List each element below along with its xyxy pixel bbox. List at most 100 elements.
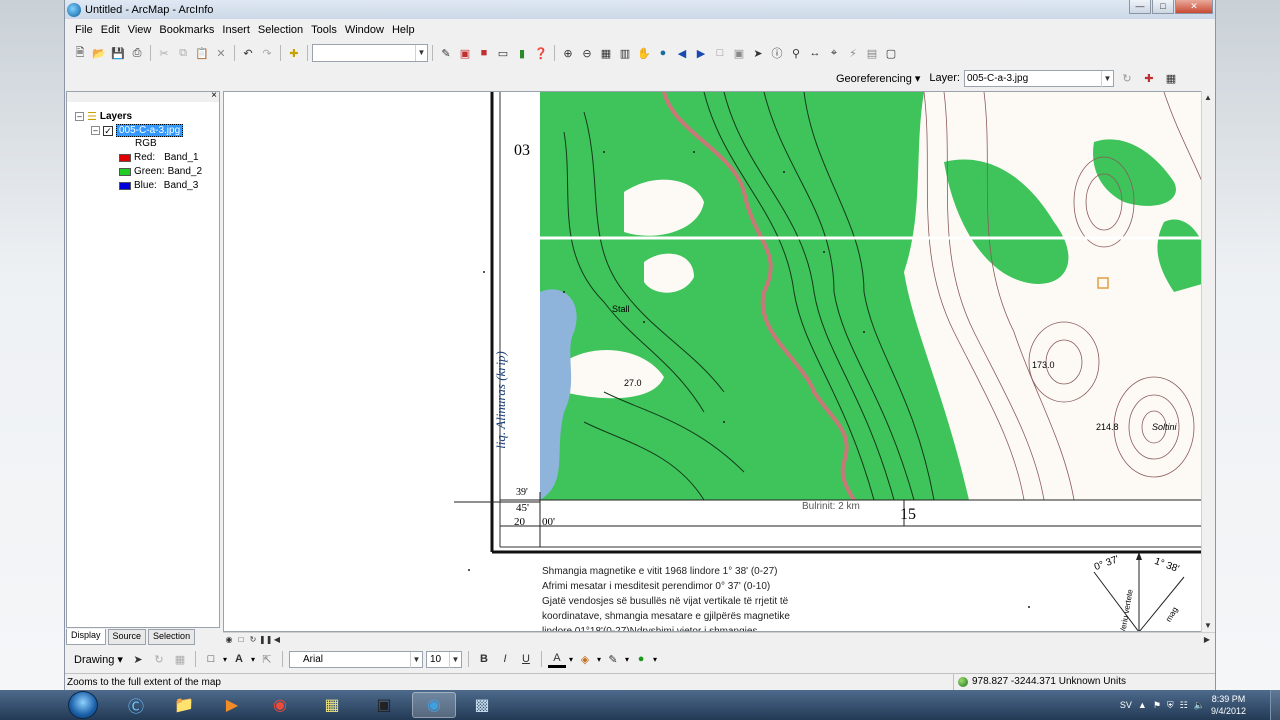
menu-help[interactable]: Help	[388, 24, 419, 36]
maximize-button[interactable]: □	[1152, 0, 1174, 14]
forward-extent-icon[interactable]: ▶	[692, 44, 710, 62]
add-data-icon[interactable]: ✚	[285, 44, 303, 62]
close-button[interactable]: ✕	[1175, 0, 1213, 14]
measure-icon[interactable]: ↔	[806, 44, 824, 62]
select-pointer-icon[interactable]: ➤	[129, 650, 147, 668]
layer-combo[interactable]: 005-C-a-3.jpg ▼	[963, 69, 1114, 87]
collapse-layer-toggle[interactable]: –	[91, 126, 100, 135]
flag-icon[interactable]: ⚑	[1153, 700, 1161, 711]
font-color-icon[interactable]: A	[547, 650, 566, 668]
arctoolbox-icon[interactable]: ▣	[456, 44, 474, 62]
underline-button[interactable]: U	[517, 650, 535, 668]
edit-vertices-icon[interactable]: ⇱	[258, 650, 276, 668]
find-icon[interactable]: ⚲	[787, 44, 805, 62]
marker-color-icon[interactable]: ●	[632, 650, 650, 668]
paste-icon[interactable]: 📋	[193, 44, 211, 62]
select-features-icon[interactable]: □	[711, 44, 729, 62]
rotate-element-icon[interactable]: ↻	[150, 650, 168, 668]
taskbar-media-player-icon[interactable]: ▶	[210, 692, 254, 718]
pause-drawing-icon[interactable]: ❚❚	[259, 635, 272, 644]
volume-icon[interactable]: 🔈	[1194, 700, 1205, 711]
rectangle-tool-icon[interactable]: □	[202, 650, 220, 668]
close-icon[interactable]: ×	[211, 90, 217, 101]
redo-icon[interactable]: ↷	[258, 44, 276, 62]
taskbar-arcmap-icon[interactable]: ◉	[412, 692, 456, 718]
add-control-points-icon[interactable]: ✚	[1140, 69, 1158, 87]
back-extent-icon[interactable]: ◀	[673, 44, 691, 62]
fixed-zoom-out-icon[interactable]: ▥	[616, 44, 634, 62]
start-button[interactable]	[68, 691, 98, 719]
map-scale-combo[interactable]: ▼	[312, 44, 428, 62]
menu-file[interactable]: File	[71, 24, 97, 36]
scroll-left-icon[interactable]: ◀	[271, 635, 283, 644]
fill-color-icon[interactable]: ◈	[576, 650, 594, 668]
model-builder-icon[interactable]: ▮	[513, 44, 531, 62]
refresh-icon[interactable]: ↻	[247, 635, 259, 644]
copy-icon[interactable]: ⧉	[174, 44, 192, 62]
undo-icon[interactable]: ↶	[239, 44, 257, 62]
clock[interactable]: 8:39 PM 9/4/2012	[1211, 693, 1246, 717]
scroll-up-icon[interactable]: ▲	[1202, 93, 1214, 102]
shield-icon[interactable]: ⛨	[1167, 700, 1174, 711]
taskbar-ie-icon[interactable]: Ⓒ	[114, 692, 158, 718]
fixed-zoom-in-icon[interactable]: ▦	[597, 44, 615, 62]
georeferencing-menu-button[interactable]: Georeferencing ▾	[831, 69, 925, 87]
new-document-icon[interactable]: 🗎	[71, 44, 89, 62]
pan-icon[interactable]: ✋	[635, 44, 653, 62]
go-to-xy-icon[interactable]: ⌖	[825, 44, 843, 62]
data-view-icon[interactable]: ◉	[223, 635, 235, 644]
command-line-icon[interactable]: ▭	[494, 44, 512, 62]
identify-icon[interactable]: ⓘ	[768, 44, 786, 62]
map-vertical-scrollbar[interactable]: ▲ ▼	[1201, 91, 1215, 632]
layout-view-icon[interactable]: □	[235, 635, 247, 644]
show-desktop-button[interactable]	[1270, 690, 1280, 720]
select-elements-icon[interactable]: ➤	[749, 44, 767, 62]
menu-tools[interactable]: Tools	[307, 24, 341, 36]
minimize-button[interactable]: —	[1129, 0, 1151, 14]
clear-selection-icon[interactable]: ▣	[730, 44, 748, 62]
editor-toolbar-icon[interactable]: ✎	[437, 44, 455, 62]
delete-icon[interactable]: ✕	[212, 44, 230, 62]
whats-this-icon[interactable]: ❓	[532, 44, 550, 62]
cut-icon[interactable]: ✂	[155, 44, 173, 62]
menu-window[interactable]: Window	[341, 24, 388, 36]
zoom-whole-page-icon[interactable]: ▦	[171, 650, 189, 668]
full-extent-icon[interactable]: ●	[654, 44, 672, 62]
taskbar-arccatalog-icon[interactable]: ▩	[460, 692, 504, 718]
bold-button[interactable]: B	[475, 650, 493, 668]
save-icon[interactable]: 💾	[109, 44, 127, 62]
tab-source[interactable]: Source	[107, 629, 147, 645]
scroll-down-icon[interactable]: ▼	[1202, 621, 1214, 630]
zoom-out-icon[interactable]: ⊖	[578, 44, 596, 62]
map-horizontal-scrollbar[interactable]: ◉ □ ↻ ❚❚ ◀ ▶	[223, 632, 1215, 646]
tab-selection[interactable]: Selection	[148, 629, 196, 645]
layers-root-label[interactable]: Layers	[100, 111, 132, 122]
html-popup-icon[interactable]: ▤	[863, 44, 881, 62]
rotate-icon[interactable]: ↻	[1118, 69, 1136, 87]
menu-insert[interactable]: Insert	[218, 24, 254, 36]
layer-visibility-checkbox[interactable]: ✓	[103, 125, 113, 136]
font-size-combo[interactable]: 10 ▼	[425, 650, 462, 668]
drawing-menu-button[interactable]: Drawing ▾	[71, 653, 126, 666]
taskbar-notes-icon[interactable]: ▦	[310, 692, 354, 718]
text-tool-icon[interactable]: A	[230, 650, 248, 668]
network-icon[interactable]: ☷	[1180, 700, 1188, 711]
font-name-combo[interactable]: Arial ▼	[288, 650, 423, 668]
open-icon[interactable]: 📂	[90, 44, 108, 62]
tab-display[interactable]: Display	[66, 629, 106, 645]
line-color-icon[interactable]: ✎	[604, 650, 622, 668]
taskbar-explorer-icon[interactable]: 📁	[162, 692, 206, 718]
link-table-icon[interactable]: ▦	[1162, 69, 1180, 87]
menu-view[interactable]: View	[124, 24, 156, 36]
map-view[interactable]: 03 39' 45' 20 00' liq. Alinuras (krip) B…	[223, 91, 1215, 632]
menu-bookmarks[interactable]: Bookmarks	[155, 24, 218, 36]
show-hidden-icons-icon[interactable]: ▲	[1138, 700, 1147, 710]
taskbar-recorder-icon[interactable]: ▣	[362, 692, 406, 718]
print-icon[interactable]: ⎙	[128, 44, 146, 62]
collapse-layers-toggle[interactable]: –	[75, 112, 84, 121]
toolbox-icon[interactable]: ■	[475, 44, 493, 62]
language-indicator[interactable]: SV	[1120, 700, 1132, 710]
hyperlink-icon[interactable]: ⚡	[844, 44, 862, 62]
menu-edit[interactable]: Edit	[97, 24, 124, 36]
time-slider-icon[interactable]: ▢	[882, 44, 900, 62]
